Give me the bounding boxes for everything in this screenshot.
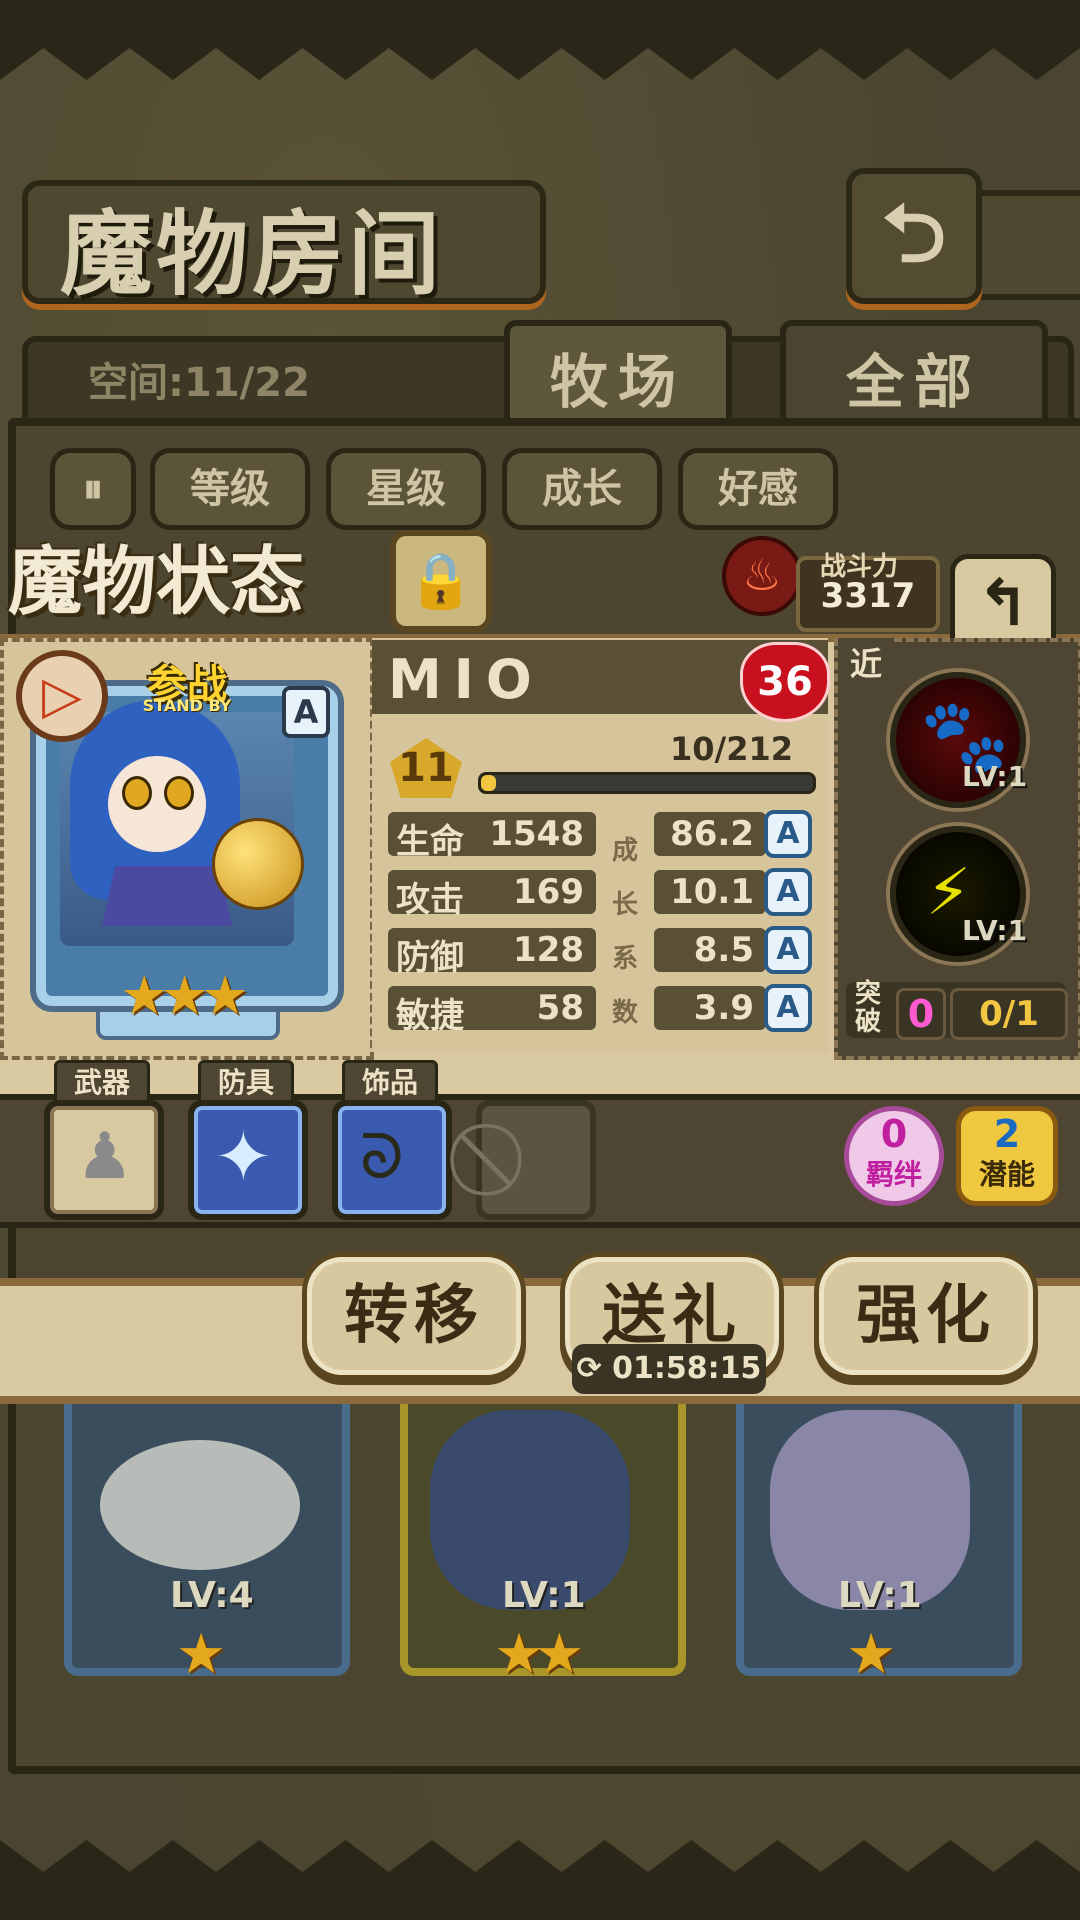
potential-count: 2 <box>993 1112 1021 1156</box>
monster-name: MIO <box>388 648 544 711</box>
page-title: 魔物房间 <box>60 200 445 308</box>
level-value: 11 <box>398 745 454 791</box>
gift-timer-value: 01:58:15 <box>612 1351 762 1386</box>
monster-eye-art <box>122 776 152 810</box>
breakthrough-label: 突破 <box>854 979 881 1037</box>
statue-weapon-icon: ♟ <box>76 1120 134 1194</box>
standby-toggle-icon: ▷ <box>42 666 82 726</box>
necklace-accessory-icon: ᘐ <box>360 1120 404 1193</box>
growth-label-char: 系 <box>612 944 639 974</box>
growth-label-char: 数 <box>612 998 639 1028</box>
element-fire-icon: ♨ <box>722 536 802 616</box>
armor-slot[interactable]: ✦ <box>188 1100 308 1220</box>
grade-badge: A <box>764 984 812 1032</box>
star-icon: ★ <box>176 1622 227 1687</box>
sort-toggle-icon: ⏸ <box>83 466 103 512</box>
sort-level-button[interactable]: 等级 <box>150 448 310 530</box>
standby-sublabel: STAND BY <box>142 696 232 715</box>
stat-value: 1548 <box>489 814 584 854</box>
exp-bar <box>478 772 816 794</box>
monster-face-art <box>108 756 206 852</box>
card-level: LV:1 <box>502 1575 586 1616</box>
bond-count: 0 <box>880 1112 908 1156</box>
growth-label-char: 成 <box>612 836 639 866</box>
exp-bar-fill <box>481 775 496 791</box>
stat-label: 敏捷 <box>396 996 464 1036</box>
refresh-icon: ⟳ <box>576 1351 613 1386</box>
back-button[interactable]: ⮌ <box>846 168 982 304</box>
weapon-slot[interactable]: ♟ <box>44 1100 164 1220</box>
skill-level: LV:1 <box>962 914 1028 947</box>
growth-value: 3.9 <box>693 988 754 1028</box>
sort-star-button[interactable]: 星级 <box>326 448 486 530</box>
sort-affection-button[interactable]: 好感 <box>678 448 838 530</box>
star-rating: ★★★ <box>120 964 249 1027</box>
return-arrow-icon: ↰ <box>976 567 1030 641</box>
sort-growth-button[interactable]: 成长 <box>502 448 662 530</box>
affection-value: 36 <box>757 659 813 705</box>
stat-value: 58 <box>536 988 584 1028</box>
stat-value: 169 <box>513 872 584 912</box>
bond-label: 羁绊 <box>865 1158 922 1191</box>
space-count: 空间:11/22 <box>88 360 310 406</box>
skill-slot[interactable]: ⚡ LV:1 <box>890 826 1028 962</box>
grade-badge: A <box>764 868 812 916</box>
stat-label: 生命 <box>396 822 464 862</box>
growth-value: 10.1 <box>670 872 754 912</box>
enhance-button[interactable]: 强化 <box>814 1252 1038 1380</box>
card-level: LV:4 <box>170 1575 254 1616</box>
exp-text: 10/212 <box>670 730 794 768</box>
gift-timer: ⟳ 01:58:15 <box>572 1344 766 1394</box>
stat-label: 防御 <box>396 938 464 978</box>
return-arrow-icon: ⮌ <box>881 187 947 280</box>
cloud-monster-art <box>100 1440 300 1570</box>
locked-slot: ⃠ <box>476 1100 596 1220</box>
growth-value: 86.2 <box>670 814 754 854</box>
stat-value: 128 <box>513 930 584 970</box>
breakthrough-count: 0 <box>896 988 946 1040</box>
star-icon: ★ <box>846 1622 897 1687</box>
crystal-armor-icon: ✦ <box>214 1116 273 1198</box>
sort-order-button[interactable]: ⏸ <box>50 448 136 530</box>
accessory-slot[interactable]: ᘐ <box>332 1100 452 1220</box>
breakthrough-progress: 0/1 <box>950 988 1068 1040</box>
potential-button[interactable]: 2 潜能 <box>956 1106 1058 1206</box>
monster-eye-art <box>164 776 194 810</box>
bond-button[interactable]: 0 羁绊 <box>844 1106 944 1206</box>
grade-badge: A <box>764 926 812 974</box>
star-icon: ★★ <box>494 1622 584 1687</box>
status-title: 魔物状态 <box>8 539 304 625</box>
lock-icon: 🔒 <box>407 549 475 612</box>
affection-heart-icon: 36 <box>740 642 830 722</box>
card-level: LV:1 <box>838 1575 922 1616</box>
transfer-button[interactable]: 转移 <box>302 1252 526 1380</box>
power-value: 3317 <box>820 576 916 616</box>
rank-badge: A <box>282 686 330 738</box>
skill-slot[interactable]: 🐾 LV:1 <box>890 672 1028 808</box>
growth-label-char: 长 <box>612 890 639 920</box>
skill-level: LV:1 <box>962 760 1028 793</box>
grade-badge: A <box>764 810 812 858</box>
standby-toggle-button[interactable]: ▷ <box>16 650 108 742</box>
stat-label: 攻击 <box>396 880 464 920</box>
growth-value: 8.5 <box>693 930 754 970</box>
bell-icon <box>212 818 304 910</box>
potential-label: 潜能 <box>978 1158 1035 1191</box>
lock-button[interactable]: 🔒 <box>390 530 492 632</box>
